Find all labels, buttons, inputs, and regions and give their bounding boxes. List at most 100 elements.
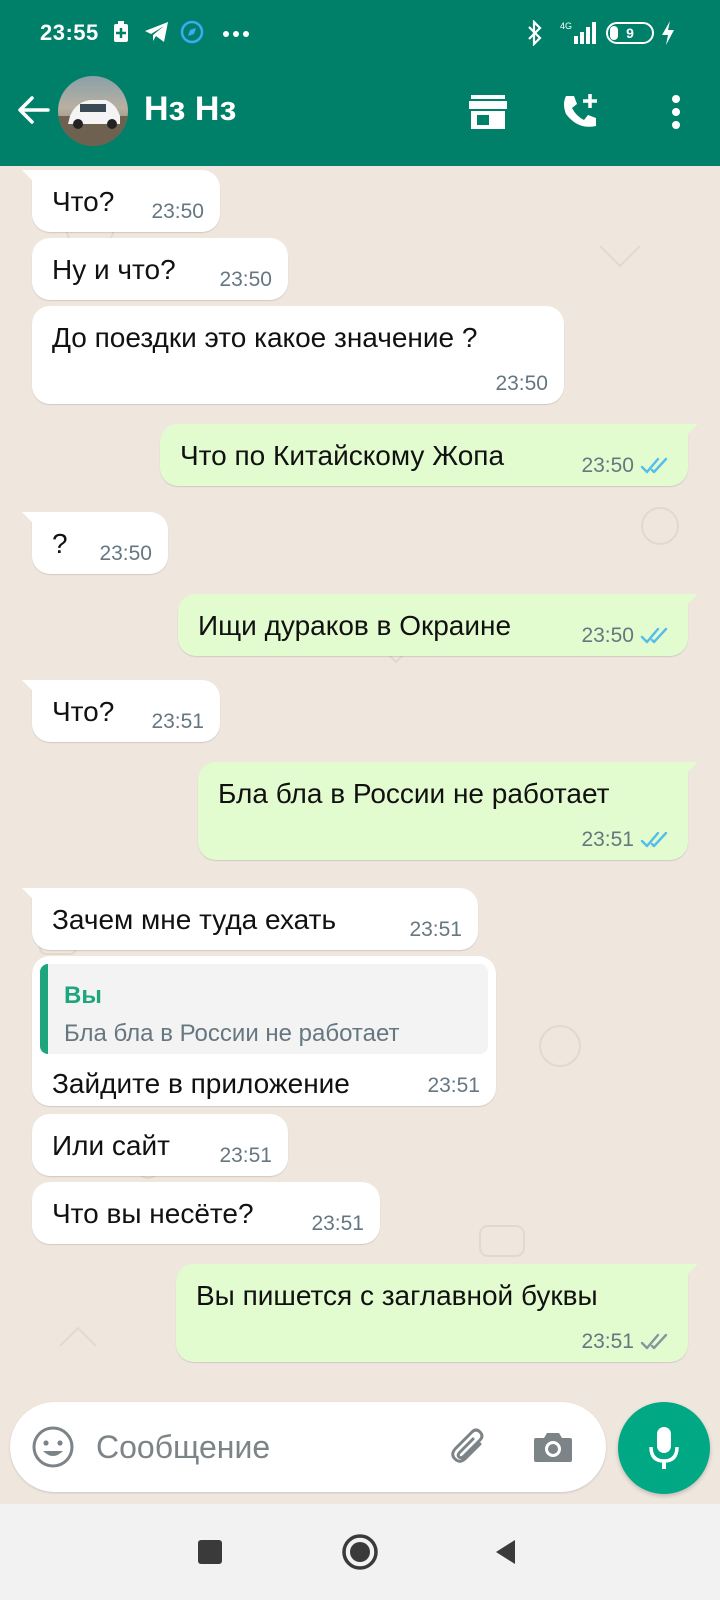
telegram-icon	[145, 22, 168, 42]
message-composer	[10, 1402, 606, 1492]
read-ticks-icon	[640, 457, 668, 474]
message-meta: 23:50	[99, 542, 152, 566]
back-arrow-icon[interactable]	[14, 90, 54, 130]
signal-icon: 4G	[560, 21, 596, 44]
home-icon	[342, 1534, 378, 1570]
incoming-message[interactable]: Или сайт 23:51	[32, 1114, 288, 1176]
bubble-tail	[680, 594, 698, 612]
avatar[interactable]	[58, 76, 128, 146]
message-meta: 23:51	[581, 828, 672, 852]
message-text: Что вы несёте?	[52, 1198, 254, 1229]
message-text: Что?	[52, 696, 115, 727]
recents-icon	[198, 1540, 222, 1564]
message-time: 23:50	[99, 542, 152, 565]
outgoing-message[interactable]: Бла бла в России не работает 23:51	[198, 762, 698, 860]
add-call-button[interactable]	[556, 88, 604, 136]
message-meta: 23:51	[409, 918, 462, 942]
browser-icon	[180, 20, 204, 44]
emoji-icon[interactable]	[30, 1424, 76, 1470]
message-time: 23:51	[151, 710, 204, 733]
home-button[interactable]	[338, 1530, 382, 1574]
outgoing-message[interactable]: Вы пишется с заглавной буквы 23:51	[176, 1264, 698, 1362]
incoming-message[interactable]: Что? 23:51	[22, 680, 220, 742]
store-button[interactable]	[464, 88, 512, 136]
message-text: Зачем мне туда ехать	[52, 904, 337, 935]
bubble-tail	[22, 888, 40, 906]
bubble-tail	[680, 762, 698, 780]
network-type: 4G	[560, 21, 572, 31]
incoming-message[interactable]: ? 23:50	[22, 512, 168, 574]
message-text: Ну и что?	[52, 254, 176, 285]
contact-name[interactable]: Нз Нз	[144, 90, 236, 129]
bubble-tail	[22, 512, 40, 530]
incoming-message[interactable]: Что? 23:50	[22, 170, 220, 232]
read-ticks-icon	[640, 831, 668, 848]
incoming-message[interactable]: До поездки это какое значение ? 23:50	[32, 306, 564, 404]
bubble-tail	[22, 680, 40, 698]
store-icon	[469, 95, 507, 129]
message-text: Бла бла в России не работает	[218, 778, 610, 809]
chat-header: Нз Нз	[0, 68, 720, 166]
message-text: До поездки это какое значение ?	[52, 322, 478, 353]
system-navigation-bar	[0, 1504, 720, 1600]
message-meta: 23:50	[495, 372, 548, 396]
incoming-message[interactable]: Что вы несёте? 23:51	[32, 1182, 380, 1244]
more-options-button[interactable]	[652, 88, 700, 136]
voice-message-button[interactable]	[618, 1402, 710, 1494]
message-meta: 23:51	[219, 1144, 272, 1168]
back-button[interactable]	[484, 1530, 528, 1574]
message-input[interactable]	[96, 1420, 426, 1474]
quote-author: Вы	[64, 982, 102, 1009]
message-text: Ищи дураков в Окраине	[198, 610, 512, 641]
battery-level: 9	[626, 25, 634, 41]
status-time: 23:55	[40, 20, 99, 45]
message-text: Что?	[52, 186, 115, 217]
message-text: Зайдите в приложение	[52, 1068, 350, 1099]
outgoing-message[interactable]: Что по Китайскому Жопа 23:50	[160, 424, 698, 486]
message-meta: 23:50	[581, 624, 672, 648]
recents-button[interactable]	[188, 1530, 232, 1574]
message-text: Или сайт	[52, 1130, 170, 1161]
bluetooth-icon	[528, 20, 542, 46]
bubble-tail	[680, 424, 698, 442]
camera-icon[interactable]	[530, 1424, 576, 1470]
quote-text: Бла бла в России не работает	[64, 1020, 400, 1047]
bubble-tail	[22, 170, 40, 188]
delivered-ticks-icon	[640, 1333, 668, 1350]
message-meta: 23:51	[151, 710, 204, 734]
attach-icon[interactable]	[446, 1424, 492, 1470]
quoted-message[interactable]: Вы Бла бла в России не работает	[40, 964, 488, 1054]
message-time: 23:50	[151, 200, 204, 223]
incoming-message[interactable]: Вы Бла бла в России не работает Зайдите в …	[32, 956, 496, 1106]
message-time: 23:51	[409, 918, 462, 941]
more-vert-icon	[672, 95, 680, 129]
message-text: ?	[52, 528, 68, 559]
quote-bar	[40, 964, 48, 1054]
incoming-message[interactable]: Ну и что? 23:50	[32, 238, 288, 300]
more-notifications-icon	[223, 31, 249, 37]
message-text: Вы пишется с заглавной буквы	[196, 1280, 598, 1311]
battery-icon: 9	[606, 22, 654, 44]
message-text: Что по Китайскому Жопа	[180, 440, 505, 471]
message-meta: 23:51	[311, 1212, 364, 1236]
incoming-message[interactable]: Зачем мне туда ехать 23:51	[22, 888, 478, 950]
chat-area[interactable]: Что? 23:50 Ну и что? 23:50 До поездки это ка…	[0, 166, 720, 1406]
back-triangle-icon	[496, 1540, 515, 1564]
message-time: 23:50	[581, 624, 634, 647]
message-meta: 23:51	[581, 1330, 672, 1354]
charging-icon	[662, 21, 674, 45]
read-ticks-icon	[640, 627, 668, 644]
message-time: 23:51	[427, 1074, 480, 1097]
message-time: 23:50	[581, 454, 634, 477]
battery-saver-icon	[114, 21, 128, 42]
message-meta: 23:50	[219, 268, 272, 292]
message-time: 23:51	[219, 1144, 272, 1167]
add-call-icon	[564, 94, 597, 127]
message-time: 23:50	[219, 268, 272, 291]
bubble-tail	[680, 1264, 698, 1282]
outgoing-message[interactable]: Ищи дураков в Окраине 23:50	[178, 594, 698, 656]
status-bar: 23:55 4G 9	[0, 0, 720, 68]
mic-icon	[649, 1427, 679, 1469]
message-meta: 23:50	[151, 200, 204, 224]
message-meta: 23:50	[581, 454, 672, 478]
